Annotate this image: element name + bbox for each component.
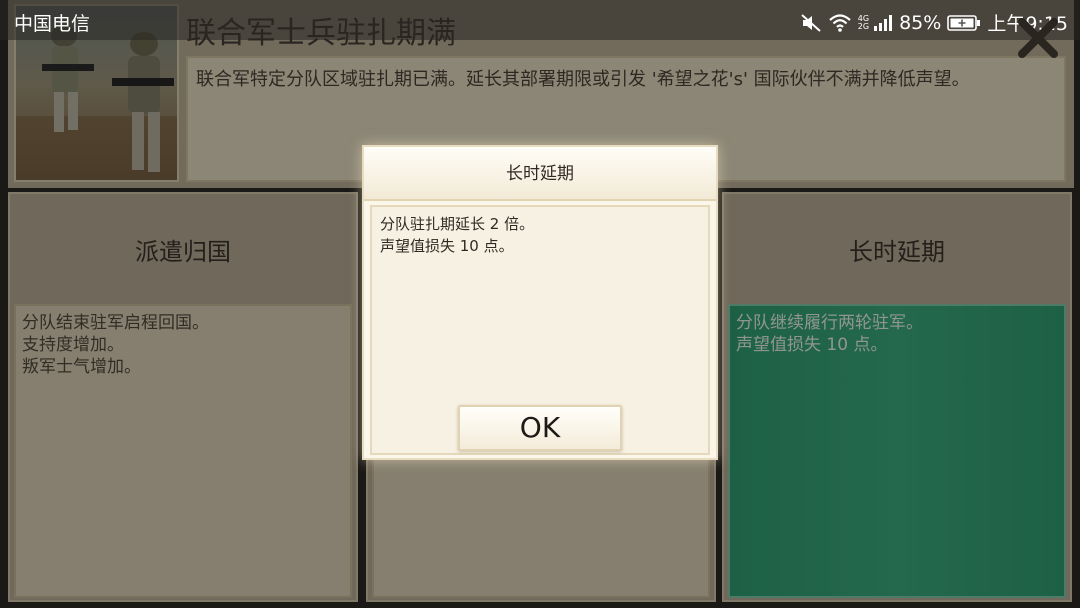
battery-icon — [947, 14, 981, 32]
ok-button[interactable]: OK — [458, 405, 622, 451]
event-title: 联合军士兵驻扎期满 — [186, 16, 456, 51]
dialog-title: 长时延期 — [364, 147, 716, 201]
close-icon — [1018, 18, 1058, 58]
close-button[interactable] — [1014, 12, 1062, 60]
wifi-icon — [828, 13, 852, 33]
mute-icon — [800, 13, 822, 33]
network-type: 4G 2G — [857, 13, 870, 31]
confirmation-dialog: 长时延期 分队驻扎期延长 2 倍。 声望值损失 10 点。 OK — [362, 145, 718, 460]
carrier-label: 中国电信 — [14, 13, 91, 35]
battery-percent: 85% — [899, 11, 942, 34]
signal-icon — [873, 14, 893, 32]
status-bar: 中国电信 4G 2G 85% — [0, 0, 1080, 40]
